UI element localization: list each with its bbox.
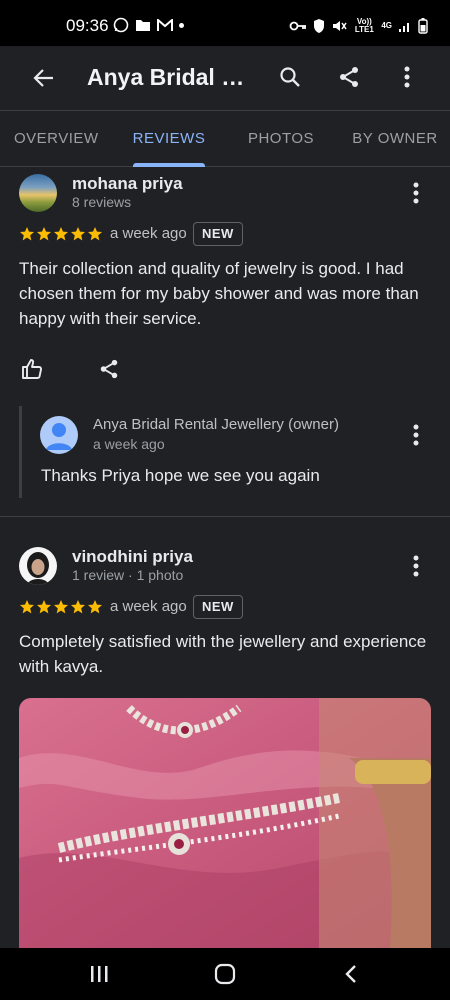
notification-icons [113,17,184,33]
new-badge: NEW [193,222,243,246]
profile-photo-icon [27,552,49,585]
review-text[interactable]: Completely satisfied with the jewellery … [19,629,431,679]
star-icon [54,227,68,241]
system-icons: Vo)) LTE1 4G [289,16,428,36]
share-icon [100,359,118,379]
review-photo[interactable] [19,698,431,948]
reviewer-review-count: 1 review · 1 photo [72,567,184,583]
whatsapp-icon [113,17,129,33]
reviewer-name[interactable]: mohana priya [72,174,183,194]
star-icon [71,600,85,614]
review-divider [0,516,450,517]
status-time: 09:36 [66,16,109,35]
active-tab-indicator [133,163,205,167]
person-icon [46,423,72,450]
folder-icon [136,20,150,31]
star-icon [37,227,51,241]
mute-icon [333,21,347,31]
gmail-icon [157,18,173,31]
back-button[interactable] [28,62,60,94]
tab-photos[interactable]: PHOTOS [246,111,316,167]
back-nav-button[interactable] [331,958,371,990]
star-icon [37,600,51,614]
recents-button[interactable] [79,958,119,990]
reviewer-name[interactable]: vinodhini priya [72,547,193,567]
star-icon [88,600,102,614]
more-vert-icon [413,555,419,577]
more-notifications-dot [179,22,184,28]
owner-avatar [40,416,78,454]
avatar[interactable] [19,547,57,585]
system-nav-bar [0,948,450,1000]
jewellery-photo [19,698,431,948]
star-icon [20,600,34,614]
star-icon [54,600,68,614]
tab-bar: OVERVIEW REVIEWS PHOTOS BY OWNER [0,110,450,167]
share-review-button[interactable] [94,354,124,384]
review-text[interactable]: Their collection and quality of jewelry … [19,256,431,331]
star-icon [71,227,85,241]
reviews-list[interactable]: mohana priya 8 reviews a week ago NEW Th… [0,168,450,948]
tab-reviews[interactable]: REVIEWS [130,111,208,167]
review-time: a week ago [110,225,187,242]
avatar[interactable] [19,174,57,212]
key-icon [289,21,307,31]
review-menu-button[interactable] [404,551,428,581]
back-chevron-icon [345,965,356,983]
owner-reply-menu-button[interactable] [404,420,428,450]
share-icon [340,67,358,87]
review-menu-button[interactable] [404,178,428,208]
owner-name: Anya Bridal Rental Jewellery (owner) [93,416,339,433]
recents-icon [91,966,108,982]
back-arrow-icon [33,69,53,87]
signal-icon [399,23,409,32]
star-rating [19,226,103,242]
tab-by-owner[interactable]: BY OWNER [350,111,440,167]
like-button[interactable] [17,354,47,384]
more-vert-icon [404,66,410,88]
home-button[interactable] [205,958,245,990]
home-icon [214,963,236,985]
battery-icon [418,18,428,34]
more-vert-icon [413,424,419,446]
star-icon [88,227,102,241]
star-rating [19,599,103,615]
reviewer-review-count: 8 reviews [72,194,132,210]
search-button[interactable] [273,60,307,94]
new-badge: NEW [193,595,243,619]
more-vert-icon [413,182,419,204]
share-button[interactable] [332,60,366,94]
star-icon [20,227,34,241]
network-label: 4G [381,21,392,30]
volte-label: Vo)) LTE1 [354,17,374,34]
search-icon [280,67,300,87]
review-time: a week ago [110,598,187,615]
owner-reply-time: a week ago [93,436,165,452]
overflow-menu-button[interactable] [390,60,424,94]
status-bar: 09:36 Vo)) LTE1 4G [0,0,450,46]
shield-icon [314,19,325,33]
app-bar: Anya Bridal Rental Jewellery [0,46,450,110]
tab-overview[interactable]: OVERVIEW [14,111,98,167]
owner-reply-text: Thanks Priya hope we see you again [41,466,320,485]
place-title: Anya Bridal Rental Jewellery [87,64,257,90]
thumbs-up-icon [22,359,43,379]
